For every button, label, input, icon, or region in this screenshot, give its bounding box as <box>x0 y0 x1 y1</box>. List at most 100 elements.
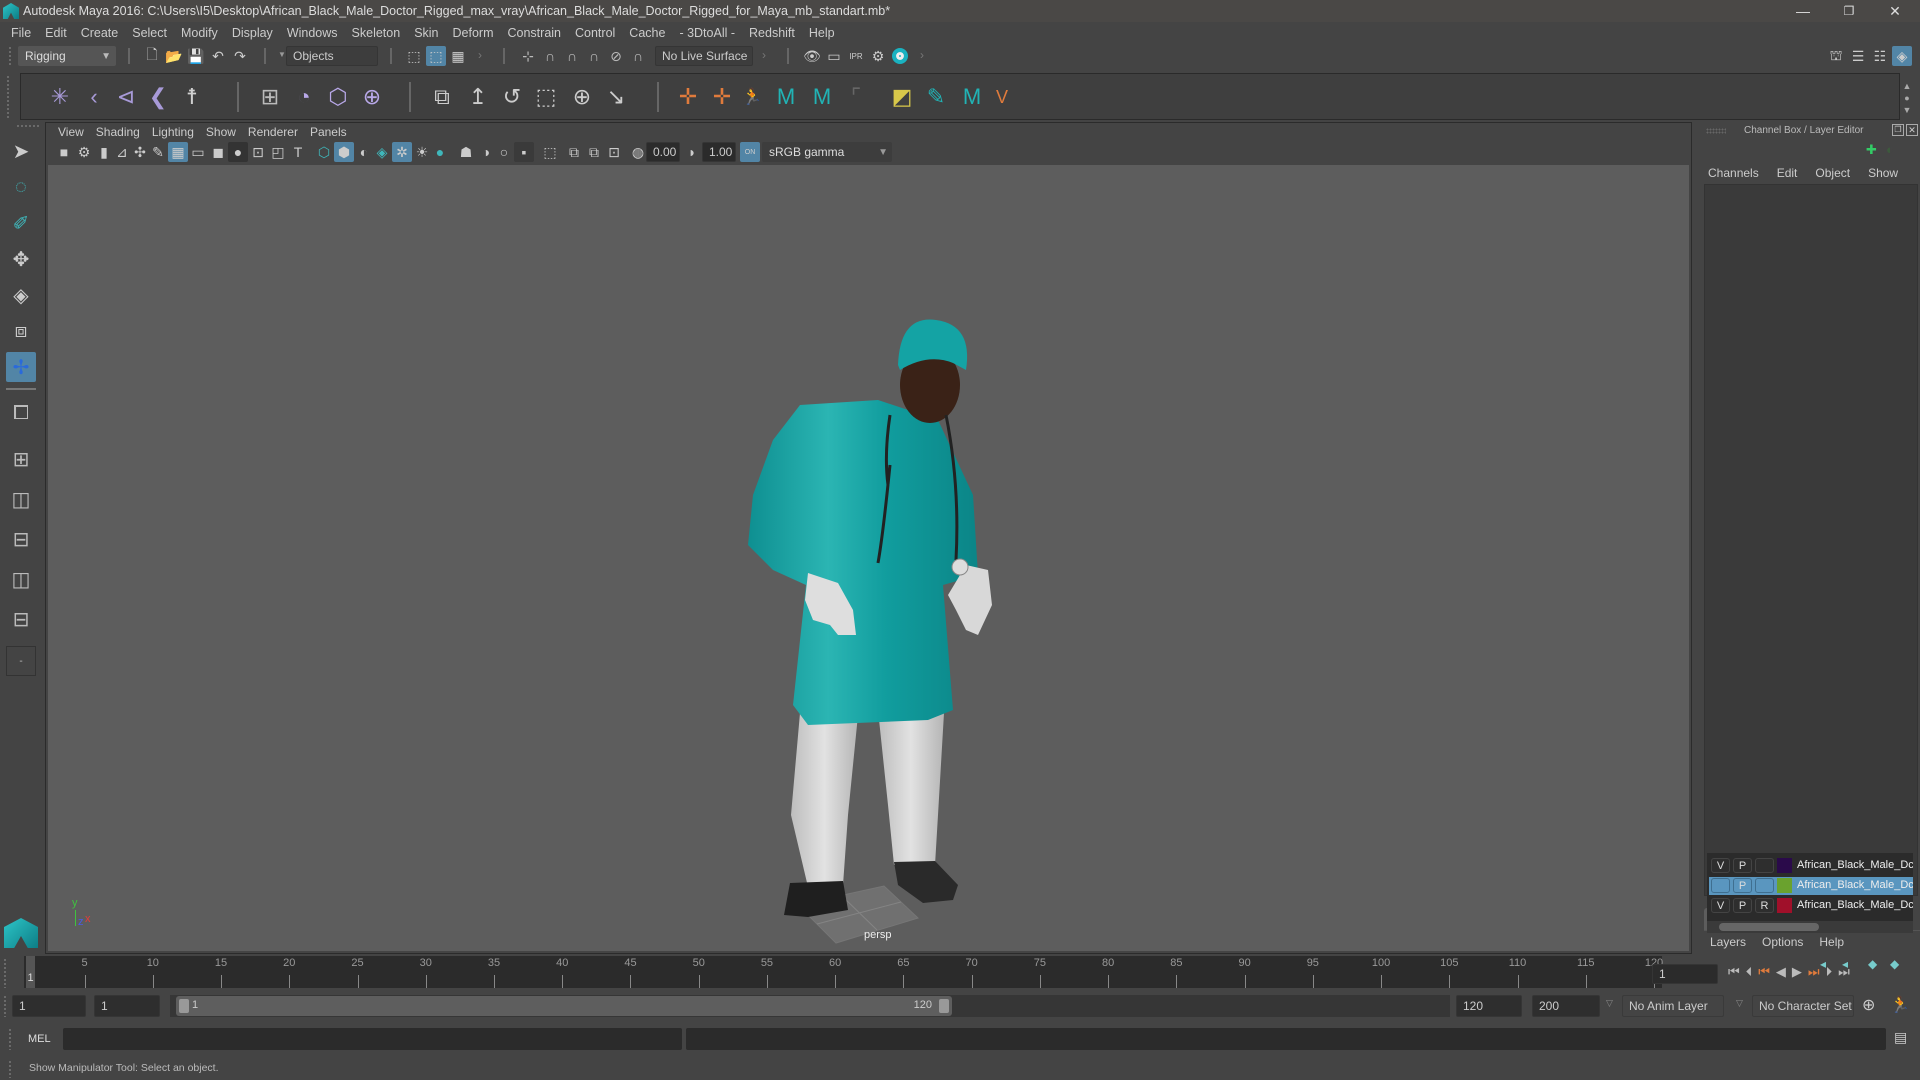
v-icon[interactable]: V <box>987 82 1017 112</box>
bind-skin-icon[interactable]: ⊞ <box>255 82 285 112</box>
channel-menu-show[interactable]: Show <box>1868 166 1898 180</box>
manipulator-axis-icon[interactable]: ✚ <box>1866 142 1877 158</box>
layer-row[interactable]: V P R African_Black_Male_Dc <box>1709 897 1913 915</box>
menu-cache[interactable]: Cache <box>622 26 672 40</box>
viewport-menu-view[interactable]: View <box>54 125 92 139</box>
live-surface-field[interactable]: No Live Surface <box>655 46 753 66</box>
bookmark-icon[interactable]: ▮ <box>94 142 114 162</box>
isolate-select-icon[interactable]: ⬚ <box>540 142 560 162</box>
close-panel-icon[interactable]: ✕ <box>1906 124 1918 136</box>
range-slider-handle[interactable]: 1 120 <box>176 996 952 1016</box>
layer-color-swatch[interactable] <box>1777 898 1792 913</box>
viewport-menu-renderer[interactable]: Renderer <box>244 125 306 139</box>
select-camera-icon[interactable]: ■ <box>54 142 74 162</box>
menu-edit[interactable]: Edit <box>38 26 74 40</box>
ik-handle-icon[interactable]: ‹ <box>79 82 109 112</box>
collapse-arrow-icon[interactable]: › <box>920 48 924 62</box>
depth-of-field-icon[interactable]: ▪ <box>514 142 534 162</box>
anim-layer-dropdown[interactable]: No Anim Layer <box>1622 995 1724 1017</box>
play-backwards-icon[interactable]: ◀ <box>1776 964 1786 980</box>
channel-menu-object[interactable]: Object <box>1815 166 1850 180</box>
playback-start-field[interactable]: 1 <box>94 995 160 1017</box>
panel-grip[interactable] <box>1706 128 1726 134</box>
field-chart-icon[interactable]: ⊡ <box>248 142 268 162</box>
wireframe-on-shaded-icon[interactable]: ◈ <box>372 142 392 162</box>
current-time-indicator[interactable]: 1 <box>26 956 35 988</box>
command-input[interactable] <box>63 1028 682 1050</box>
selection-mode-arrow-icon[interactable]: ▼ <box>278 50 286 59</box>
channel-menu-edit[interactable]: Edit <box>1777 166 1798 180</box>
status-line-grip[interactable] <box>8 46 12 66</box>
menu-create[interactable]: Create <box>74 26 126 40</box>
lasso-tool-icon[interactable]: ◌ <box>6 172 36 202</box>
paint-weights-icon[interactable]: ✎ <box>921 82 951 112</box>
four-pane-layout-icon[interactable]: ⊞ <box>6 444 36 474</box>
image-plane-icon[interactable]: ⊿ <box>112 142 132 162</box>
scale-tool-icon[interactable]: ⧈ <box>6 316 36 346</box>
layer-menu-help[interactable]: Help <box>1819 935 1844 949</box>
selection-mask-dropdown[interactable]: Objects <box>286 46 378 66</box>
animation-start-field[interactable]: 1 <box>12 995 86 1017</box>
xray-icon[interactable]: ⧉ <box>564 142 584 162</box>
menuset-dropdown[interactable]: Rigging ▼ <box>18 46 116 66</box>
blank-icon[interactable]: ⌜ <box>841 82 871 112</box>
menu-skin[interactable]: Skin <box>407 26 445 40</box>
hypershade-persp-layout-icon[interactable]: ◫ <box>6 564 36 594</box>
orient-constraint-icon[interactable]: ↺ <box>497 82 527 112</box>
command-language-label[interactable]: MEL <box>28 1033 51 1045</box>
menu-redshift[interactable]: Redshift <box>742 26 802 40</box>
save-scene-icon[interactable]: 💾 <box>186 46 206 66</box>
menu-help[interactable]: Help <box>802 26 842 40</box>
snap-to-grid-icon[interactable]: ⊹ <box>518 46 538 66</box>
scrollbar-thumb[interactable] <box>1719 923 1819 931</box>
menu-modify[interactable]: Modify <box>174 26 225 40</box>
make-live-icon[interactable]: ⊘ <box>606 46 626 66</box>
layer-name[interactable]: African_Black_Male_Dc <box>1797 899 1913 911</box>
layer-name[interactable]: African_Black_Male_Dc <box>1797 859 1913 871</box>
layer-display-type-toggle[interactable]: R <box>1755 898 1774 913</box>
textured-icon[interactable]: ✲ <box>392 142 412 162</box>
menu-windows[interactable]: Windows <box>280 26 345 40</box>
single-pane-layout-icon[interactable]: ⧠ <box>6 398 36 428</box>
command-line-grip[interactable] <box>8 1028 12 1050</box>
locator-icon[interactable]: ✛ <box>673 82 703 112</box>
joint-tool-icon[interactable]: ✳ <box>45 82 75 112</box>
cluster-icon[interactable]: ⊕ <box>357 82 387 112</box>
shelf-grip[interactable] <box>6 75 10 119</box>
new-layer-icon[interactable]: ◆ <box>1868 957 1877 971</box>
snap-to-curve-icon[interactable]: ∩ <box>540 46 560 66</box>
collapse-arrow-icon[interactable]: › <box>762 48 766 62</box>
channel-menu-channels[interactable]: Channels <box>1708 166 1759 180</box>
layer-display-type-toggle[interactable] <box>1755 878 1774 893</box>
render-frame-icon[interactable]: ▭ <box>824 46 844 66</box>
layer-list-scrollbar[interactable] <box>1707 921 1913 933</box>
layer-row[interactable]: P African_Black_Male_Dc <box>1709 877 1913 895</box>
gamma-field[interactable]: 1.00 <box>702 142 736 162</box>
script-editor-icon[interactable]: ▤ <box>1894 1029 1907 1046</box>
time-slider-grip[interactable] <box>3 958 7 988</box>
maya-logo-icon-3[interactable]: M <box>957 82 987 112</box>
menu-3dtoall[interactable]: - 3DtoAll - <box>672 26 742 40</box>
current-frame-field[interactable]: 1 <box>1652 964 1718 984</box>
gate-mask-icon[interactable]: ● <box>228 142 248 162</box>
layer-visibility-toggle[interactable]: V <box>1711 898 1730 913</box>
play-forwards-icon[interactable]: ▶ <box>1792 964 1802 980</box>
layer-menu-options[interactable]: Options <box>1762 935 1803 949</box>
ik-spline-curve-icon[interactable]: ❮ <box>143 82 173 112</box>
new-layer-from-selection-icon[interactable]: ◆ <box>1890 957 1899 971</box>
select-tool-icon[interactable]: ➤ <box>6 136 36 166</box>
character-model[interactable] <box>48 165 1689 951</box>
show-manipulator-tool-icon[interactable]: ✢ <box>6 352 36 382</box>
step-forward-key-icon[interactable]: ⏭ <box>1808 964 1820 980</box>
playback-end-field[interactable]: 120 <box>1456 995 1522 1017</box>
aim-constraint-icon[interactable]: ⊕ <box>567 82 597 112</box>
channel-box-toggle-icon[interactable]: ◈ <box>1892 46 1912 66</box>
paint-select-tool-icon[interactable]: ✐ <box>6 208 36 238</box>
layer-menu-layers[interactable]: Layers <box>1710 935 1746 949</box>
anti-aliasing-icon[interactable]: ○ <box>494 142 514 162</box>
exposure-icon[interactable]: ◍ <box>628 142 648 162</box>
pole-vector-constraint-icon[interactable]: ↘ <box>601 82 631 112</box>
viewport-menu-lighting[interactable]: Lighting <box>148 125 202 139</box>
move-tool-icon[interactable]: ✥ <box>6 244 36 274</box>
character-set-dropdown-arrow-icon[interactable]: ▽ <box>1736 998 1743 1009</box>
